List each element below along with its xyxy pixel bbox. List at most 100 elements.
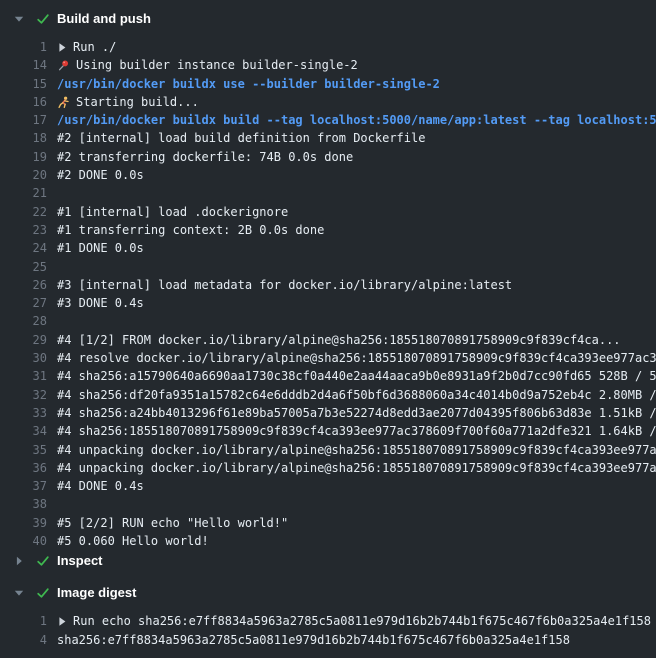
line-number[interactable]: 28: [0, 312, 47, 330]
line-number[interactable]: 26: [0, 276, 47, 294]
line-number[interactable]: 23: [0, 221, 47, 239]
line-number[interactable]: 24: [0, 239, 47, 257]
log-step-section: Image digest 1 Run echo sha256:e7ff8834a…: [0, 582, 656, 649]
line-text-content: #2 transferring dockerfile: 74B 0.0s don…: [57, 148, 353, 166]
step-header[interactable]: Image digest: [0, 582, 656, 603]
line-text-content: #5 0.060 Hello world!: [57, 532, 209, 550]
line-number[interactable]: 21: [0, 184, 47, 202]
line-text-content: #2 [internal] load build definition from…: [57, 129, 425, 147]
run-arrow-icon[interactable]: [57, 616, 67, 627]
line-text-content: Run ./: [73, 38, 116, 56]
log-line: 23 #1 transferring context: 2B 0.0s done: [0, 221, 656, 239]
chevron-down-icon[interactable]: [14, 588, 36, 598]
step-title: Image digest: [57, 585, 136, 600]
step-title: Build and push: [57, 11, 151, 26]
line-text: sha256:e7ff8834a5963a2785c5a0811e979d16b…: [47, 631, 656, 649]
step-title: Inspect: [57, 553, 103, 568]
workflow-log-viewer: Build and push 1 Run ./ 14 Using builder…: [0, 8, 656, 649]
line-text-content: #3 [internal] load metadata for docker.i…: [57, 276, 512, 294]
check-success-icon: [36, 12, 57, 26]
line-number[interactable]: 15: [0, 75, 47, 93]
line-text-content: #4 sha256:df20fa9351a15782c64e6dddb2d4a6…: [57, 386, 656, 404]
line-number[interactable]: 22: [0, 203, 47, 221]
line-text: Run echo sha256:e7ff8834a5963a2785c5a081…: [47, 612, 656, 630]
line-text: #3 DONE 0.4s: [47, 294, 656, 312]
line-number[interactable]: 18: [0, 129, 47, 147]
line-text: #1 [internal] load .dockerignore: [47, 203, 656, 221]
line-text: Starting build...: [47, 93, 656, 111]
line-number[interactable]: 31: [0, 367, 47, 385]
log-line: 39 #5 [2/2] RUN echo "Hello world!": [0, 514, 656, 532]
log-line: 16 Starting build...: [0, 93, 656, 111]
line-text-content: #4 sha256:a15790640a6690aa1730c38cf0a440…: [57, 367, 656, 385]
log-line: 25: [0, 258, 656, 276]
line-number[interactable]: 34: [0, 422, 47, 440]
line-number[interactable]: 33: [0, 404, 47, 422]
line-text: #2 [internal] load build definition from…: [47, 129, 656, 147]
line-number[interactable]: 38: [0, 495, 47, 513]
step-header[interactable]: Build and push: [0, 8, 656, 29]
line-text: #4 [1/2] FROM docker.io/library/alpine@s…: [47, 331, 656, 349]
line-number[interactable]: 37: [0, 477, 47, 495]
line-number[interactable]: 20: [0, 166, 47, 184]
line-number[interactable]: 29: [0, 331, 47, 349]
line-text-content: #4 [1/2] FROM docker.io/library/alpine@s…: [57, 331, 621, 349]
log-line: 17 /usr/bin/docker buildx build --tag lo…: [0, 111, 656, 129]
line-text: #4 resolve docker.io/library/alpine@sha2…: [47, 349, 656, 367]
line-text: #2 transferring dockerfile: 74B 0.0s don…: [47, 148, 656, 166]
line-text-content: /usr/bin/docker buildx use --builder bui…: [57, 75, 440, 93]
line-number[interactable]: 14: [0, 56, 47, 74]
line-number[interactable]: 36: [0, 459, 47, 477]
line-number[interactable]: 30: [0, 349, 47, 367]
line-text-content: #4 DONE 0.4s: [57, 477, 144, 495]
line-number[interactable]: 40: [0, 532, 47, 550]
line-text-content: sha256:e7ff8834a5963a2785c5a0811e979d16b…: [57, 631, 570, 649]
line-number[interactable]: 27: [0, 294, 47, 312]
line-number[interactable]: 4: [0, 631, 47, 649]
check-success-icon: [36, 554, 57, 568]
log-line: 28: [0, 312, 656, 330]
line-number[interactable]: 32: [0, 386, 47, 404]
log-line: 20 #2 DONE 0.0s: [0, 166, 656, 184]
pushpin-icon: [57, 59, 70, 72]
line-number[interactable]: 1: [0, 612, 47, 630]
run-arrow-icon[interactable]: [57, 42, 67, 53]
line-text: #4 unpacking docker.io/library/alpine@sh…: [47, 459, 656, 477]
line-text-content: #4 sha256:a24bb4013296f61e89ba57005a7b3e…: [57, 404, 656, 422]
line-number[interactable]: 19: [0, 148, 47, 166]
line-text-content: Using builder instance builder-single-2: [76, 56, 358, 74]
line-text: #4 sha256:185518070891758909c9f839cf4ca3…: [47, 422, 656, 440]
log-line: 38: [0, 495, 656, 513]
line-number[interactable]: 39: [0, 514, 47, 532]
line-number[interactable]: 25: [0, 258, 47, 276]
chevron-right-icon[interactable]: [14, 556, 36, 566]
line-text: Run ./: [47, 38, 656, 56]
line-text: /usr/bin/docker buildx use --builder bui…: [47, 75, 656, 93]
log-line: 24 #1 DONE 0.0s: [0, 239, 656, 257]
log-line: 22 #1 [internal] load .dockerignore: [0, 203, 656, 221]
line-text-content: #4 unpacking docker.io/library/alpine@sh…: [57, 459, 656, 477]
step-header[interactable]: Inspect: [0, 550, 656, 571]
line-text-content: #4 unpacking docker.io/library/alpine@sh…: [57, 441, 656, 459]
line-number[interactable]: 1: [0, 38, 47, 56]
log-line: 14 Using builder instance builder-single…: [0, 56, 656, 74]
step-log-lines: 1 Run ./ 14 Using builder instance build…: [0, 29, 656, 550]
line-number[interactable]: 16: [0, 93, 47, 111]
line-text-content: #4 resolve docker.io/library/alpine@sha2…: [57, 349, 656, 367]
log-line: 37 #4 DONE 0.4s: [0, 477, 656, 495]
step-log-lines: 1 Run echo sha256:e7ff8834a5963a2785c5a0…: [0, 603, 656, 649]
line-text: /usr/bin/docker buildx build --tag local…: [47, 111, 656, 129]
line-text-content: #3 DONE 0.4s: [57, 294, 144, 312]
log-line: 18 #2 [internal] load build definition f…: [0, 129, 656, 147]
line-text-content: #1 DONE 0.0s: [57, 239, 144, 257]
log-step-section: Build and push 1 Run ./ 14 Using builder…: [0, 8, 656, 550]
log-line: 33 #4 sha256:a24bb4013296f61e89ba57005a7…: [0, 404, 656, 422]
log-line: 29 #4 [1/2] FROM docker.io/library/alpin…: [0, 331, 656, 349]
log-line: 35 #4 unpacking docker.io/library/alpine…: [0, 441, 656, 459]
line-text: #4 sha256:a24bb4013296f61e89ba57005a7b3e…: [47, 404, 656, 422]
log-line: 19 #2 transferring dockerfile: 74B 0.0s …: [0, 148, 656, 166]
line-number[interactable]: 35: [0, 441, 47, 459]
line-number[interactable]: 17: [0, 111, 47, 129]
chevron-down-icon[interactable]: [14, 14, 36, 24]
runner-icon: [57, 96, 70, 109]
